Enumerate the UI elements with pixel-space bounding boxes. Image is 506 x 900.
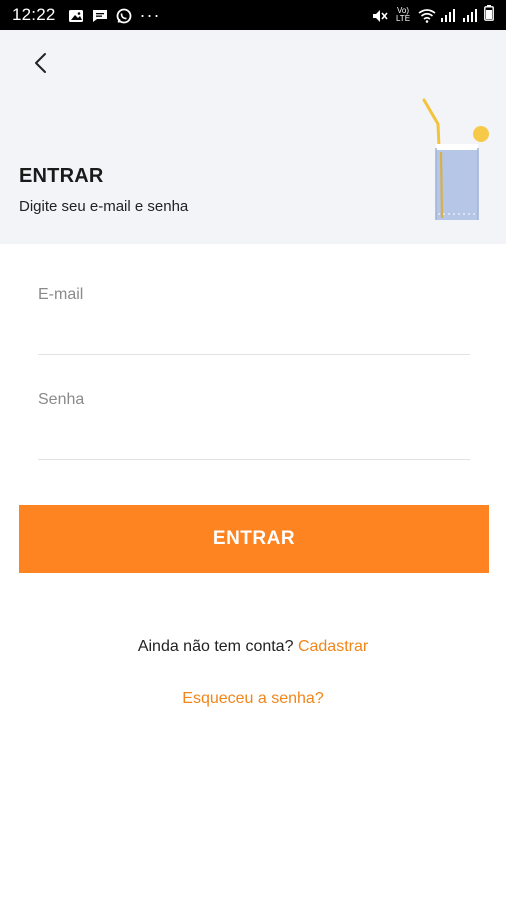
back-button[interactable] [26,50,56,80]
forgot-password-link[interactable]: Esqueceu a senha? [0,690,506,708]
back-arrow-icon [34,52,48,79]
email-field[interactable] [38,285,470,305]
battery-icon [484,4,494,26]
whatsapp-icon [116,8,132,24]
login-button[interactable]: ENTRAR [19,505,489,573]
more-notifications: ··· [139,4,161,25]
mute-icon [372,8,388,22]
password-field-container [38,390,470,460]
image-icon [68,8,84,22]
signal-icon [440,8,456,22]
status-left: 12:22 ··· [12,5,161,26]
email-field-container [38,285,470,355]
signup-prompt: Ainda não tem conta? [137,638,294,655]
message-icon [92,8,108,22]
network-label: Vo) LTE [395,6,411,23]
password-field[interactable] [38,390,470,410]
status-bar: 12:22 ··· Vo) LTE [0,0,506,30]
page-title: ENTRAR [19,165,104,187]
signal-icon-2 [462,8,478,22]
page-subtitle: Digite seu e-mail e senha [19,198,189,215]
wifi-icon [418,8,436,23]
status-right: Vo) LTE [372,4,494,26]
status-time: 12:22 [12,5,56,24]
signup-link[interactable]: Cadastrar [298,638,368,655]
drink-glass-icon [418,96,492,226]
header: ENTRAR Digite seu e-mail e senha [0,30,506,244]
signup-row: Ainda não tem conta? Cadastrar [0,638,506,656]
forgot-password-label[interactable]: Esqueceu a senha? [182,690,323,707]
